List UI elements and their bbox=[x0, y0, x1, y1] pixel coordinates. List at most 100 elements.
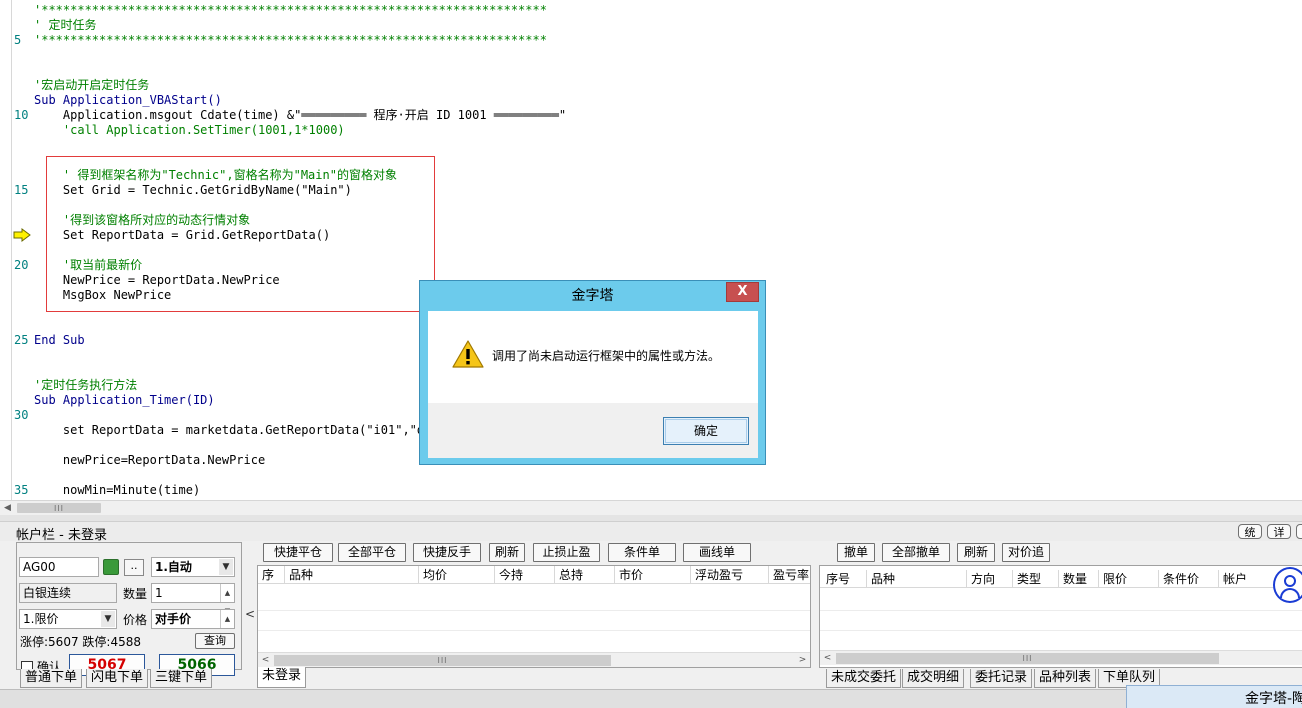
qty-label: 数量 bbox=[123, 587, 148, 601]
positions-toolbar-button[interactable]: 止损止盈 bbox=[533, 543, 600, 562]
column-header[interactable]: 条件价 bbox=[1158, 570, 1218, 588]
dialog-footer: 确定 bbox=[428, 403, 758, 458]
grid-row bbox=[258, 630, 810, 631]
scroll-left-icon[interactable]: < bbox=[258, 653, 273, 667]
detail-button[interactable]: 详 bbox=[1267, 524, 1291, 539]
stats-button[interactable]: 统 bbox=[1238, 524, 1262, 539]
price-label: 价格 bbox=[123, 613, 148, 627]
qty-value: 1 bbox=[155, 586, 163, 600]
browse-button[interactable]: .. bbox=[124, 559, 144, 576]
column-header[interactable]: 今持 bbox=[494, 566, 554, 584]
code-line[interactable]: Application.msgout Cdate(time) &"═══════… bbox=[34, 108, 566, 123]
contract-name: 白银连续 bbox=[19, 583, 117, 603]
code-line[interactable]: '***************************************… bbox=[34, 3, 547, 18]
code-line[interactable]: ' 定时任务 bbox=[34, 18, 96, 33]
column-header[interactable]: 方向 bbox=[966, 570, 1012, 588]
message-dialog: 金字塔 X 调用了尚未启动运行框架中的属性或方法。 确定 bbox=[419, 280, 766, 465]
scroll-thumb[interactable]: III bbox=[17, 503, 101, 513]
dialog-title: 金字塔 bbox=[571, 288, 614, 304]
chevron-down-icon: ▼ bbox=[219, 559, 233, 575]
code-line[interactable]: nowMin=Minute(time) bbox=[34, 483, 200, 498]
ok-button[interactable]: 确定 bbox=[663, 417, 749, 445]
tab-right-3[interactable]: 品种列表 bbox=[1034, 669, 1097, 688]
contract-code-input[interactable]: AG00 bbox=[19, 557, 99, 577]
column-header[interactable]: 序号 bbox=[822, 570, 866, 588]
column-header[interactable]: 类型 bbox=[1012, 570, 1058, 588]
column-header[interactable]: 限价 bbox=[1098, 570, 1158, 588]
orders-toolbar-button[interactable]: 对价追 bbox=[1002, 543, 1050, 562]
user-avatar-icon[interactable] bbox=[1273, 567, 1302, 603]
positions-scrollbar[interactable]: < III > bbox=[258, 652, 810, 667]
price-input[interactable]: 对手价 ▲▼ bbox=[151, 609, 235, 641]
dialog-message: 调用了尚未启动运行框架中的属性或方法。 bbox=[492, 349, 721, 363]
mode-select[interactable]: 1.自动 ▼ bbox=[151, 557, 235, 577]
positions-toolbar-button[interactable]: 条件单 bbox=[608, 543, 676, 562]
orders-grid[interactable]: 序号 品种 方向 类型 数量 限价 条件价 帐户 < III bbox=[819, 565, 1302, 668]
positions-toolbar-button[interactable]: 刷新 bbox=[489, 543, 525, 562]
positions-grid[interactable]: 序品种 均价 今持 总持 市价 浮动盈亏 盈亏率 < III > bbox=[257, 565, 811, 668]
scroll-left-icon[interactable]: < bbox=[820, 651, 835, 665]
orders-toolbar-button[interactable]: 刷新 bbox=[957, 543, 995, 562]
code-line[interactable]: Sub Application_VBAStart() bbox=[34, 93, 222, 108]
tab-right-1[interactable]: 成交明细 bbox=[902, 669, 965, 688]
orders-scrollbar[interactable]: < III bbox=[820, 650, 1302, 665]
code-line[interactable]: set ReportData = marketdata.GetReportDat… bbox=[34, 423, 431, 438]
price-type-value: 1.限价 bbox=[23, 612, 59, 626]
taskbar-window-item[interactable]: 金字塔-陶 bbox=[1126, 685, 1302, 708]
orders-toolbar-button[interactable]: 撤单 bbox=[837, 543, 875, 562]
limit-prices: 涨停:5607 跌停:4588 bbox=[20, 635, 141, 649]
qty-stepper[interactable]: 1 ▲▼ bbox=[151, 583, 235, 615]
orders-toolbar-button[interactable]: 全部撤单 bbox=[882, 543, 950, 562]
line-number: 10 bbox=[14, 108, 29, 122]
positions-toolbar-button[interactable]: 快捷平仓 bbox=[263, 543, 333, 562]
column-header[interactable]: 序 bbox=[258, 566, 284, 584]
code-line[interactable]: '定时任务执行方法 bbox=[34, 378, 137, 393]
column-header[interactable]: 数量 bbox=[1058, 570, 1098, 588]
grid-row bbox=[820, 610, 1302, 611]
close-button[interactable]: X bbox=[726, 282, 759, 302]
lock-icon[interactable] bbox=[103, 559, 119, 575]
column-header[interactable]: 均价 bbox=[418, 566, 494, 584]
tab-left-0[interactable]: 普通下单 bbox=[20, 669, 83, 688]
column-header[interactable]: 市价 bbox=[614, 566, 690, 584]
status-bar bbox=[0, 689, 1302, 708]
code-line[interactable]: '宏启动开启定时任务 bbox=[34, 78, 149, 93]
scroll-thumb[interactable]: III bbox=[274, 655, 611, 666]
code-line[interactable]: '***************************************… bbox=[34, 33, 547, 48]
price-type-select[interactable]: 1.限价 ▼ bbox=[19, 609, 117, 629]
tab-left-2[interactable]: 三键下单 bbox=[150, 669, 213, 688]
trading-panel: AG00 .. 1.自动 ▼ 白银连续 数量 1 ▲▼ 1.限价 ▼ 价格 对手… bbox=[0, 541, 1302, 689]
code-line[interactable]: 'call Application.SetTimer(1001,1*1000) bbox=[34, 123, 345, 138]
column-header[interactable]: 总持 bbox=[554, 566, 614, 584]
more-button[interactable] bbox=[1296, 524, 1302, 539]
price-spin[interactable]: ▲▼ bbox=[220, 610, 234, 641]
column-header[interactable]: 浮动盈亏 bbox=[690, 566, 768, 584]
column-header[interactable]: 盈亏率 bbox=[768, 566, 818, 584]
positions-toolbar-button[interactable]: 画线单 bbox=[683, 543, 751, 562]
scroll-right-icon[interactable]: > bbox=[795, 653, 810, 667]
positions-toolbar-button[interactable]: 快捷反手 bbox=[413, 543, 481, 562]
tab-not-logged-in[interactable]: 未登录 bbox=[257, 667, 307, 688]
query-button[interactable]: 查询 bbox=[195, 633, 235, 649]
collapse-left-icon[interactable]: < bbox=[245, 607, 255, 621]
highlight-box bbox=[46, 156, 435, 312]
code-line[interactable]: newPrice=ReportData.NewPrice bbox=[34, 453, 265, 468]
mode-select-value: 1.自动 bbox=[155, 560, 192, 574]
column-header[interactable]: 品种 bbox=[284, 566, 418, 584]
current-line-arrow-icon bbox=[13, 228, 31, 242]
tab-right-0[interactable]: 未成交委托 bbox=[826, 669, 902, 688]
line-number: 30 bbox=[14, 408, 29, 422]
column-header[interactable]: 帐户 bbox=[1218, 570, 1278, 588]
line-number: 35 bbox=[14, 483, 29, 497]
grid-row bbox=[820, 630, 1302, 631]
tab-left-1[interactable]: 闪电下单 bbox=[86, 669, 149, 688]
column-header[interactable]: 品种 bbox=[866, 570, 966, 588]
scroll-left-icon[interactable]: ◀ bbox=[0, 501, 15, 515]
code-line[interactable]: Sub Application_Timer(ID) bbox=[34, 393, 215, 408]
qty-spin[interactable]: ▲▼ bbox=[220, 584, 234, 615]
code-line[interactable]: End Sub bbox=[34, 333, 85, 348]
scroll-thumb[interactable]: III bbox=[836, 653, 1219, 664]
positions-toolbar-button[interactable]: 全部平仓 bbox=[338, 543, 406, 562]
tab-right-2[interactable]: 委托记录 bbox=[970, 669, 1033, 688]
editor-horizontal-scrollbar[interactable]: ◀ III bbox=[0, 500, 1302, 515]
